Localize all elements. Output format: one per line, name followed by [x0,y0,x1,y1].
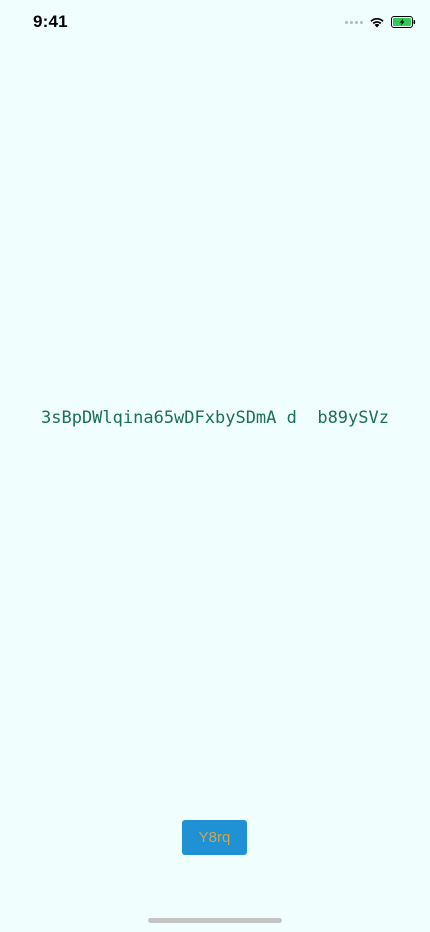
signal-dots-icon [345,20,363,24]
app-screen: 9:41 3sBpDWlqina65wDFxbySDmA d b89ySVz Y… [0,0,430,932]
status-time: 9:41 [33,12,68,31]
wifi-icon [370,17,384,28]
main-text: 3sBpDWlqina65wDFxbySDmA d b89ySVz [41,408,389,428]
battery-charging-icon [391,16,416,28]
primary-button[interactable]: Y8rq [182,820,247,855]
home-indicator[interactable] [148,918,282,923]
status-bar: 9:41 [0,0,430,44]
status-icons [345,15,416,29]
